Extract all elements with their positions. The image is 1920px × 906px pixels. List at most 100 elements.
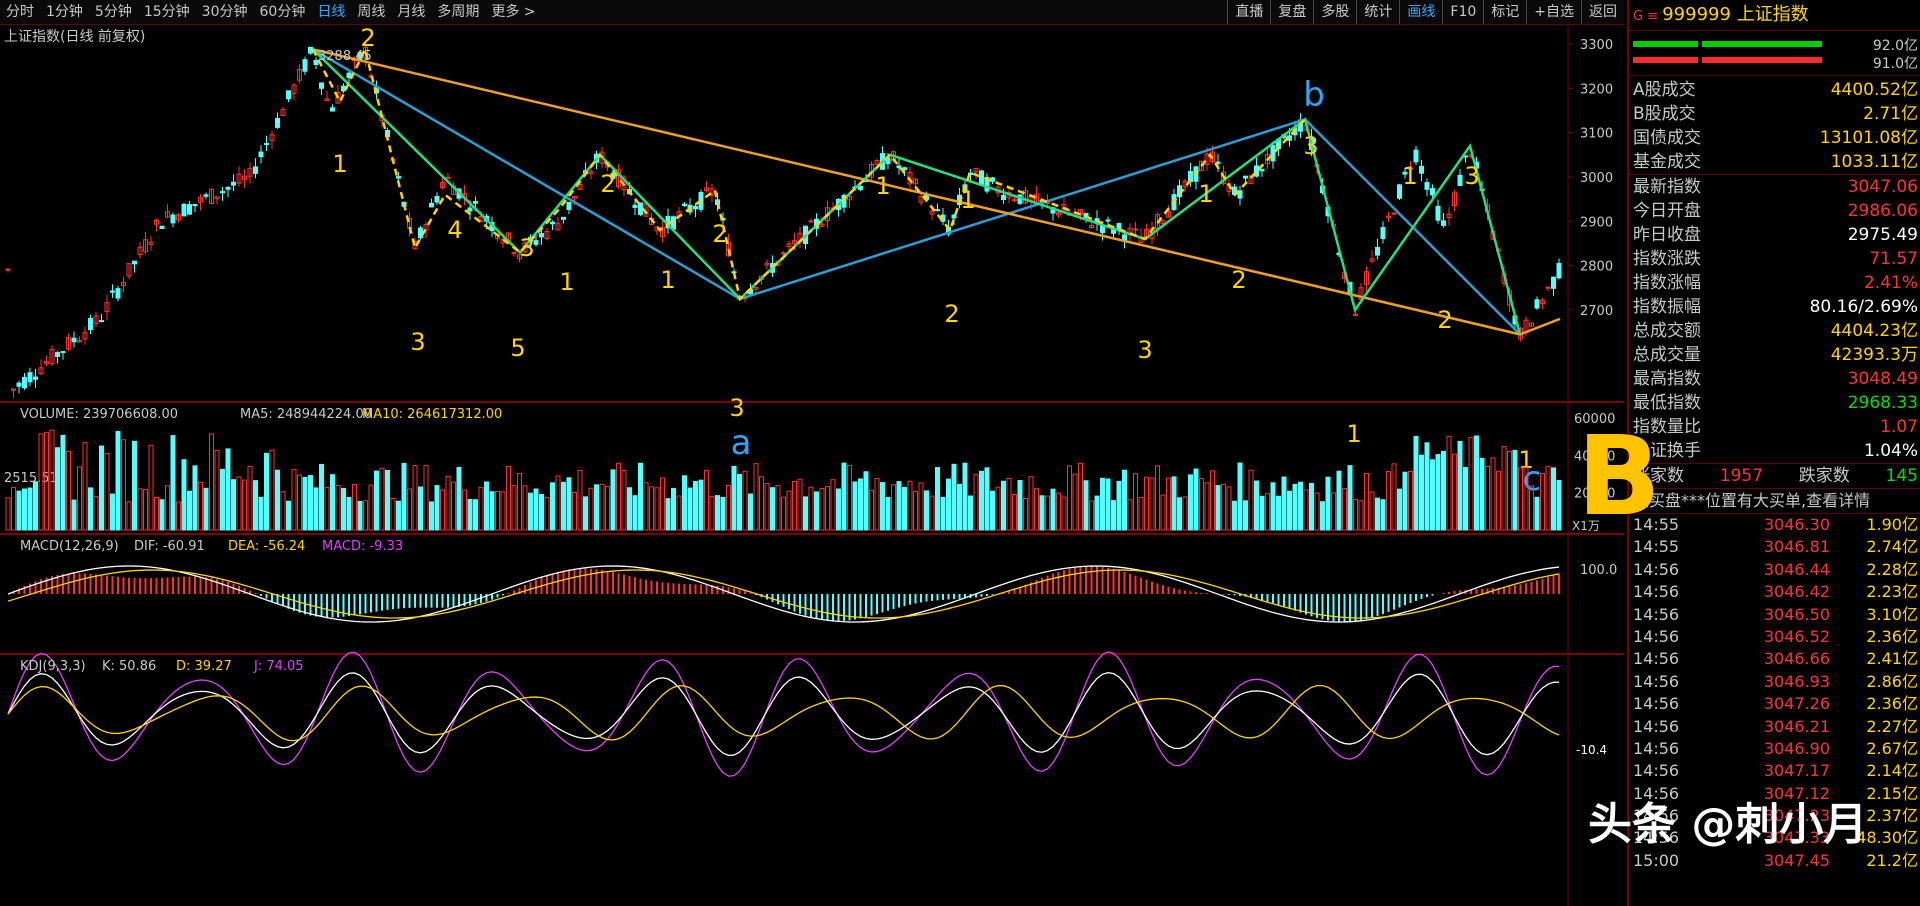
candle-body — [429, 202, 434, 208]
candle-body — [1435, 205, 1441, 221]
volume-bar — [506, 465, 511, 531]
volume-bar — [929, 495, 935, 531]
stat-label: 总成交量 — [1633, 345, 1701, 365]
macd-tick: 100.0 — [1580, 563, 1617, 578]
volume-bar — [500, 491, 506, 531]
tick-volume: 2.23亿 — [1866, 582, 1918, 602]
toolbar-button[interactable]: 统计 — [1356, 0, 1399, 24]
volume-bar — [1193, 468, 1199, 531]
sub-wave-line — [311, 45, 1306, 302]
toolbar-button[interactable]: 直播 — [1227, 0, 1270, 24]
candle-body — [264, 143, 269, 146]
volume-bar — [1292, 483, 1298, 531]
vol-legend: MA5: 248944224.00 — [240, 407, 372, 422]
volume-bar — [638, 462, 643, 531]
tick-row: 14:56 3046.42 2.23亿 — [1629, 581, 1920, 603]
wave-label: 1 — [1346, 420, 1361, 448]
volume-bar — [319, 463, 324, 531]
tick-volume: 2.74亿 — [1866, 537, 1918, 557]
toolbar-button[interactable]: 画线 — [1399, 0, 1442, 24]
volume-bar — [33, 481, 38, 531]
volume-bar — [231, 479, 236, 531]
volume-bar — [880, 482, 885, 531]
kline-chart[interactable]: 3300320031003000290028002700 21345312123… — [0, 24, 1624, 906]
stat-value: 13101.08亿 — [1819, 128, 1918, 148]
volume-bar — [1166, 477, 1171, 531]
tick-time: 14:56 — [1633, 671, 1680, 691]
candle-body — [781, 252, 786, 255]
period-tab[interactable]: 60分钟 — [254, 0, 312, 24]
tick-row: 14:56 3046.44 2.28亿 — [1629, 559, 1920, 581]
candle-body — [1001, 194, 1006, 201]
volume-bar — [731, 465, 737, 531]
volume-bar — [176, 501, 181, 531]
volume-bar — [1479, 457, 1485, 531]
volume-bar — [704, 469, 709, 531]
volume-bar — [275, 469, 280, 531]
volume-bar — [775, 485, 781, 531]
volume-bar — [511, 485, 517, 531]
volume-bar — [990, 490, 995, 531]
volume-bar — [1325, 476, 1331, 531]
tick-row: 14:56 3046.50 3.10亿 — [1629, 604, 1920, 626]
volume-bar — [935, 467, 940, 531]
volume-bar — [1232, 500, 1237, 531]
period-tab[interactable]: 日线 — [311, 0, 351, 24]
macd-legend: MACD: -9.33 — [322, 539, 403, 554]
quote-side-panel: G ≡ 999999 上证指数 92.0亿 91.0亿 A股成交 4400.52亿… — [1627, 0, 1920, 906]
toolbar-button[interactable]: 多股 — [1313, 0, 1356, 24]
volume-bar — [341, 487, 346, 531]
period-tab[interactable]: 5分钟 — [89, 0, 138, 24]
volume-bar — [561, 481, 566, 531]
notice-row[interactable]: 在买盘***位置有大买单,查看详情 — [1629, 489, 1920, 514]
candle-body — [60, 351, 66, 354]
volume-bar — [1413, 435, 1419, 531]
volume-bar — [154, 497, 159, 531]
volume-bar — [1402, 471, 1408, 531]
volume-bar — [1171, 476, 1177, 531]
volume-bar — [836, 488, 841, 531]
buy-sell-bars: 92.0亿 91.0亿 — [1629, 31, 1920, 76]
candle-body — [561, 216, 566, 220]
volume-bar — [693, 481, 698, 531]
volume-bar — [363, 500, 368, 531]
stat-value: 2.71亿 — [1863, 104, 1918, 124]
period-tab[interactable]: 周线 — [351, 0, 391, 24]
candle-body — [1397, 184, 1402, 199]
toolbar-button[interactable]: F10 — [1442, 0, 1483, 24]
volume-bar — [1369, 491, 1375, 531]
toolbar-button[interactable]: 复盘 — [1270, 0, 1313, 24]
period-tab[interactable]: 15分钟 — [138, 0, 196, 24]
tick-time: 15:00 — [1633, 850, 1680, 870]
volume-bar — [742, 470, 748, 531]
period-tab[interactable]: 更多 > — [485, 0, 541, 24]
candle-body — [1534, 299, 1540, 309]
candle-body — [1457, 174, 1463, 186]
period-tab[interactable]: 月线 — [391, 0, 431, 24]
volume-bar — [1534, 496, 1540, 531]
kdj-legend: KDJ(9,3,3) — [20, 659, 86, 674]
tick-price: 3047.45 — [1763, 850, 1830, 870]
macd-legend: DIF: -60.91 — [134, 539, 205, 554]
toolbar-button[interactable]: +自选 — [1526, 0, 1581, 24]
period-tab[interactable]: 分时 — [0, 0, 40, 24]
tick-time: 14:56 — [1633, 761, 1680, 781]
stat-row: 总成交量 42393.3万 — [1629, 343, 1920, 367]
volume-bar — [946, 478, 951, 531]
volume-bar — [1182, 496, 1188, 531]
volume-bar — [1435, 454, 1441, 531]
tick-price: 3046.42 — [1763, 582, 1830, 602]
volume-bar — [918, 482, 924, 531]
period-tab[interactable]: 30分钟 — [196, 0, 254, 24]
period-tab[interactable]: 1分钟 — [40, 0, 89, 24]
toolbar-button[interactable]: 返回 — [1581, 0, 1624, 24]
volume-bar — [66, 450, 71, 531]
stat-label: 今日开盘 — [1633, 201, 1701, 221]
candle-body — [181, 203, 187, 217]
volume-bar — [995, 486, 1001, 531]
toolbar-button[interactable]: 标记 — [1483, 0, 1526, 24]
period-tab[interactable]: 多周期 — [431, 0, 485, 24]
watermark: 头条 @刺小月 — [1588, 799, 1868, 850]
candle-body — [418, 227, 423, 239]
volume-bar — [803, 496, 808, 531]
